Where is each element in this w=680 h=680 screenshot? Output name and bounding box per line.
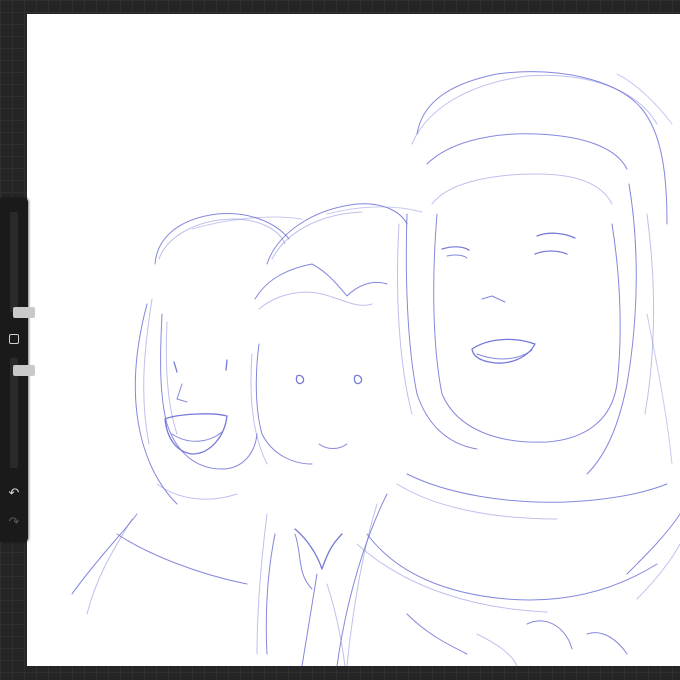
scribble-strokes [191, 73, 673, 465]
brush-size-slider-thumb[interactable] [13, 307, 35, 318]
brush-size-slider[interactable] [10, 212, 35, 318]
workspace-background: ↶ ↷ [0, 0, 680, 680]
brush-sidebar: ↶ ↷ [0, 198, 35, 542]
right-figure-sketch [336, 71, 680, 666]
sketch-artwork [71, 71, 680, 666]
left-figure-sketch [71, 213, 290, 615]
redo-arrow-icon[interactable]: ↷ [5, 514, 23, 532]
modify-button[interactable] [7, 332, 21, 346]
opacity-slider[interactable] [10, 358, 35, 468]
opacity-slider-thumb[interactable] [13, 365, 35, 376]
drawing-canvas[interactable] [27, 14, 680, 666]
square-icon [9, 334, 19, 344]
middle-figure-sketch [250, 203, 408, 666]
undo-arrow-icon[interactable]: ↶ [5, 485, 23, 503]
